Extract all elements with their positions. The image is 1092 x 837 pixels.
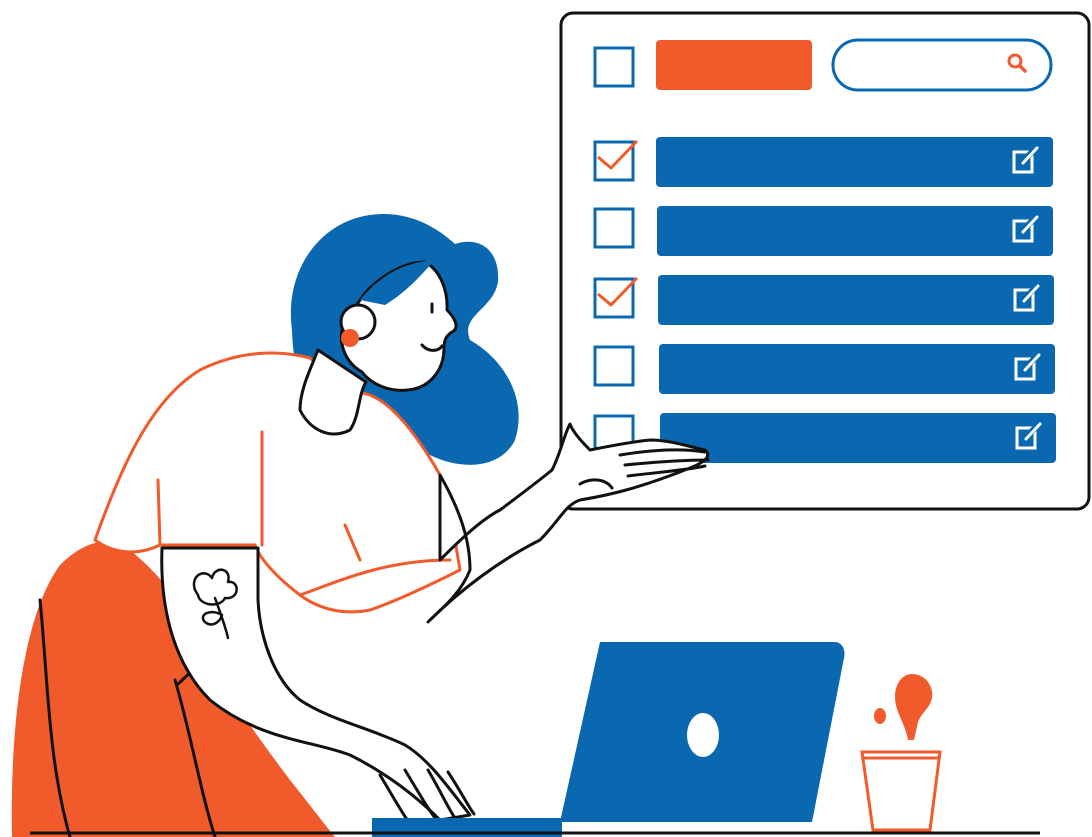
- task-bar[interactable]: [656, 137, 1053, 187]
- illustration-scene: [11, 11, 1091, 837]
- list-item[interactable]: [593, 275, 1054, 325]
- drop: [895, 674, 933, 740]
- cup: [860, 750, 942, 832]
- action-button[interactable]: [656, 40, 812, 90]
- list-item[interactable]: [593, 344, 1055, 394]
- row-checkbox[interactable]: [593, 345, 635, 387]
- task-bar[interactable]: [657, 206, 1053, 256]
- todo-panel: [559, 11, 1091, 511]
- row-checkbox[interactable]: [593, 207, 635, 249]
- drop-splash: [874, 708, 886, 724]
- task-bar[interactable]: [659, 344, 1055, 394]
- cup-with-drop: [860, 674, 942, 832]
- list-item[interactable]: [593, 137, 1053, 187]
- list-item[interactable]: [593, 206, 1053, 256]
- task-bar[interactable]: [660, 413, 1056, 463]
- shirt-fold: [156, 478, 162, 547]
- earring: [341, 329, 359, 347]
- laptop-logo: [687, 713, 719, 757]
- select-all-checkbox[interactable]: [593, 46, 635, 88]
- task-bar[interactable]: [658, 275, 1054, 325]
